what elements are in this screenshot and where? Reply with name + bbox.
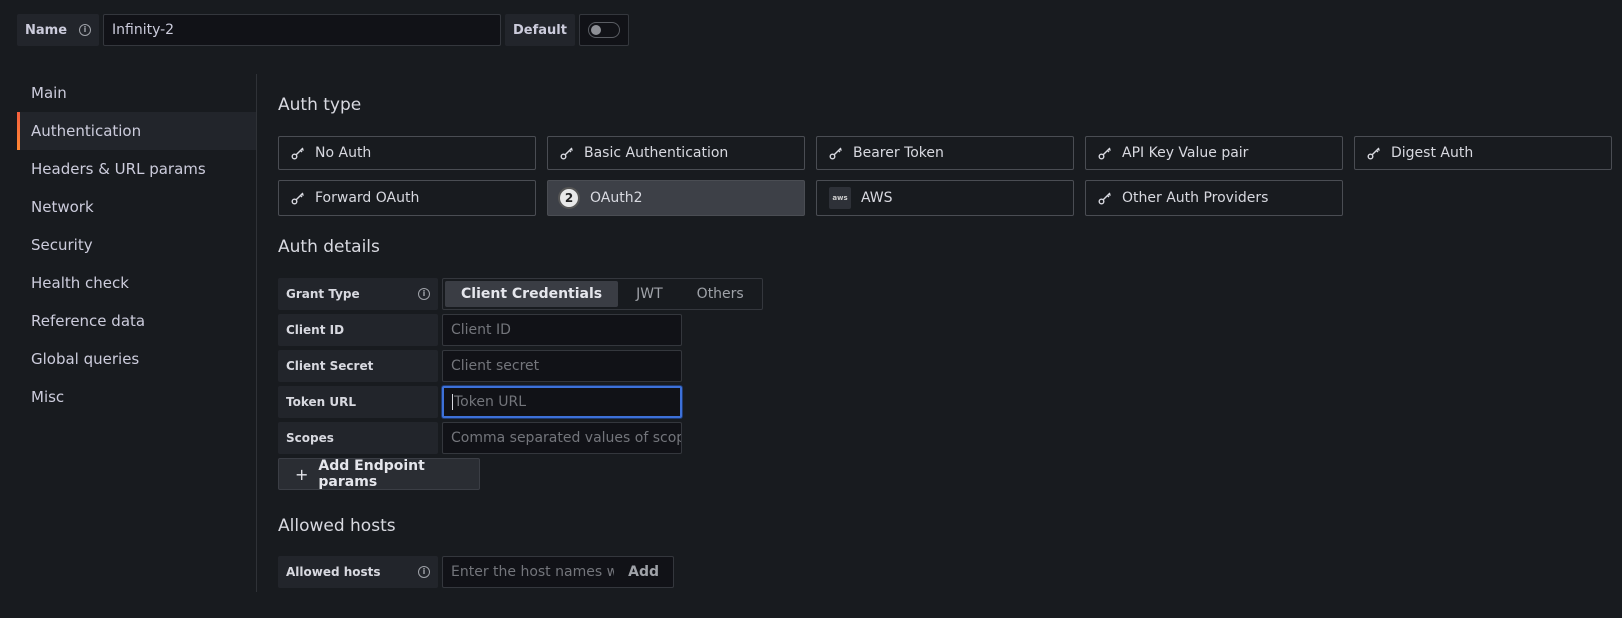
text-cursor: [452, 394, 453, 410]
name-input-value: Infinity-2: [112, 22, 175, 38]
key-icon: [829, 147, 842, 160]
auth-option-oauth2[interactable]: 2 OAuth2: [547, 180, 805, 216]
grant-type-client-credentials[interactable]: Client Credentials: [445, 281, 619, 307]
info-icon[interactable]: i: [418, 288, 430, 300]
auth-option-label: Forward OAuth: [315, 190, 420, 206]
client-id-label-text: Client ID: [286, 323, 345, 337]
auth-option-label: Digest Auth: [1391, 145, 1474, 161]
grant-type-jwt[interactable]: JWT: [620, 281, 679, 307]
info-icon[interactable]: i: [418, 566, 430, 578]
auth-option-label: Basic Authentication: [584, 145, 729, 161]
aws-icon: aws: [829, 187, 851, 209]
client-secret-placeholder: Client secret: [451, 358, 540, 374]
client-id-label: Client ID: [278, 314, 438, 346]
name-input[interactable]: Infinity-2: [103, 14, 502, 46]
sidebar-item-label: Misc: [31, 388, 65, 406]
info-icon[interactable]: i: [79, 24, 92, 36]
auth-option-label: AWS: [861, 190, 893, 206]
scopes-label: Scopes: [278, 422, 438, 454]
default-toggle-container: [578, 14, 629, 46]
sidebar-item-authentication[interactable]: Authentication: [17, 112, 257, 150]
client-id-input[interactable]: Client ID: [442, 314, 682, 346]
client-secret-label: Client Secret: [278, 350, 438, 382]
name-bar: Name i Infinity-2 Default: [17, 14, 629, 46]
grant-type-label: Grant Type i: [278, 278, 438, 310]
token-url-label-text: Token URL: [286, 395, 356, 409]
sidebar-item-label: Security: [31, 236, 93, 254]
sidebar-item-label: Network: [31, 198, 94, 216]
key-icon: [1367, 147, 1380, 160]
sidebar-item-network[interactable]: Network: [17, 188, 257, 226]
auth-option-forward-oauth[interactable]: Forward OAuth: [278, 180, 536, 216]
auth-option-label: OAuth2: [590, 190, 643, 206]
auth-option-api-key[interactable]: API Key Value pair: [1085, 136, 1343, 170]
default-toggle[interactable]: [587, 22, 620, 38]
add-endpoint-params-button[interactable]: + Add Endpoint params: [278, 458, 480, 490]
grant-type-others[interactable]: Others: [681, 281, 760, 307]
key-icon: [291, 147, 304, 160]
default-label: Default: [505, 14, 575, 46]
grant-type-label-text: Grant Type: [286, 287, 360, 301]
grant-type-selector: Client Credentials JWT Others: [442, 278, 763, 310]
plus-icon: +: [295, 464, 309, 484]
token-url-label: Token URL: [278, 386, 438, 418]
scopes-label-text: Scopes: [286, 431, 334, 445]
allowed-hosts-placeholder: Enter the host names wit: [451, 564, 615, 580]
key-icon: [291, 192, 304, 205]
auth-option-label: No Auth: [315, 145, 372, 161]
default-label-text: Default: [513, 22, 567, 38]
key-icon: [1098, 147, 1111, 160]
sidebar-item-global-queries[interactable]: Global queries: [17, 340, 257, 378]
sidebar-item-health-check[interactable]: Health check: [17, 264, 257, 302]
name-label-text: Name: [25, 22, 68, 38]
auth-option-other-providers[interactable]: Other Auth Providers: [1085, 180, 1343, 216]
auth-type-title: Auth type: [278, 95, 362, 115]
add-endpoint-params-label: Add Endpoint params: [318, 458, 425, 490]
token-url-placeholder: Token URL: [454, 394, 527, 410]
scopes-input[interactable]: Comma separated values of scop: [442, 422, 682, 454]
settings-sidebar: Main Authentication Headers & URL params…: [17, 74, 257, 416]
sidebar-item-label: Headers & URL params: [31, 160, 206, 178]
key-icon: [560, 147, 573, 160]
auth-option-label: Other Auth Providers: [1122, 190, 1269, 206]
add-host-button[interactable]: Add: [614, 564, 673, 580]
auth-option-label: Bearer Token: [853, 145, 944, 161]
auth-option-digest[interactable]: Digest Auth: [1354, 136, 1612, 170]
sidebar-item-misc[interactable]: Misc: [17, 378, 257, 416]
sidebar-item-main[interactable]: Main: [17, 74, 257, 112]
grant-type-option-label: JWT: [636, 286, 663, 302]
auth-option-label: API Key Value pair: [1122, 145, 1249, 161]
auth-option-aws[interactable]: aws AWS: [816, 180, 1074, 216]
auth-details-title: Auth details: [278, 237, 380, 257]
sidebar-item-label: Authentication: [31, 122, 142, 140]
sidebar-item-label: Global queries: [31, 350, 140, 368]
sidebar-item-label: Health check: [31, 274, 129, 292]
aws-icon-text: aws: [832, 194, 848, 202]
client-secret-label-text: Client Secret: [286, 359, 374, 373]
sidebar-divider: [256, 74, 257, 592]
auth-option-bearer-token[interactable]: Bearer Token: [816, 136, 1074, 170]
sidebar-item-label: Main: [31, 84, 67, 102]
sidebar-item-headers-url-params[interactable]: Headers & URL params: [17, 150, 257, 188]
client-secret-input[interactable]: Client secret: [442, 350, 682, 382]
auth-option-basic[interactable]: Basic Authentication: [547, 136, 805, 170]
name-label: Name i: [17, 14, 100, 46]
scopes-placeholder: Comma separated values of scop: [451, 430, 682, 446]
client-id-placeholder: Client ID: [451, 322, 511, 338]
grant-type-option-label: Client Credentials: [461, 286, 603, 302]
token-url-input[interactable]: Token URL: [442, 386, 682, 418]
allowed-hosts-label: Allowed hosts i: [278, 556, 438, 588]
allowed-hosts-input[interactable]: Enter the host names wit Add: [442, 556, 674, 588]
allowed-hosts-label-text: Allowed hosts: [286, 565, 381, 579]
auth-option-no-auth[interactable]: No Auth: [278, 136, 536, 170]
sidebar-item-label: Reference data: [31, 312, 146, 330]
oauth2-icon: 2: [558, 187, 580, 209]
key-icon: [1098, 192, 1111, 205]
sidebar-item-security[interactable]: Security: [17, 226, 257, 264]
sidebar-item-reference-data[interactable]: Reference data: [17, 302, 257, 340]
allowed-hosts-title: Allowed hosts: [278, 516, 396, 536]
grant-type-option-label: Others: [696, 286, 744, 302]
